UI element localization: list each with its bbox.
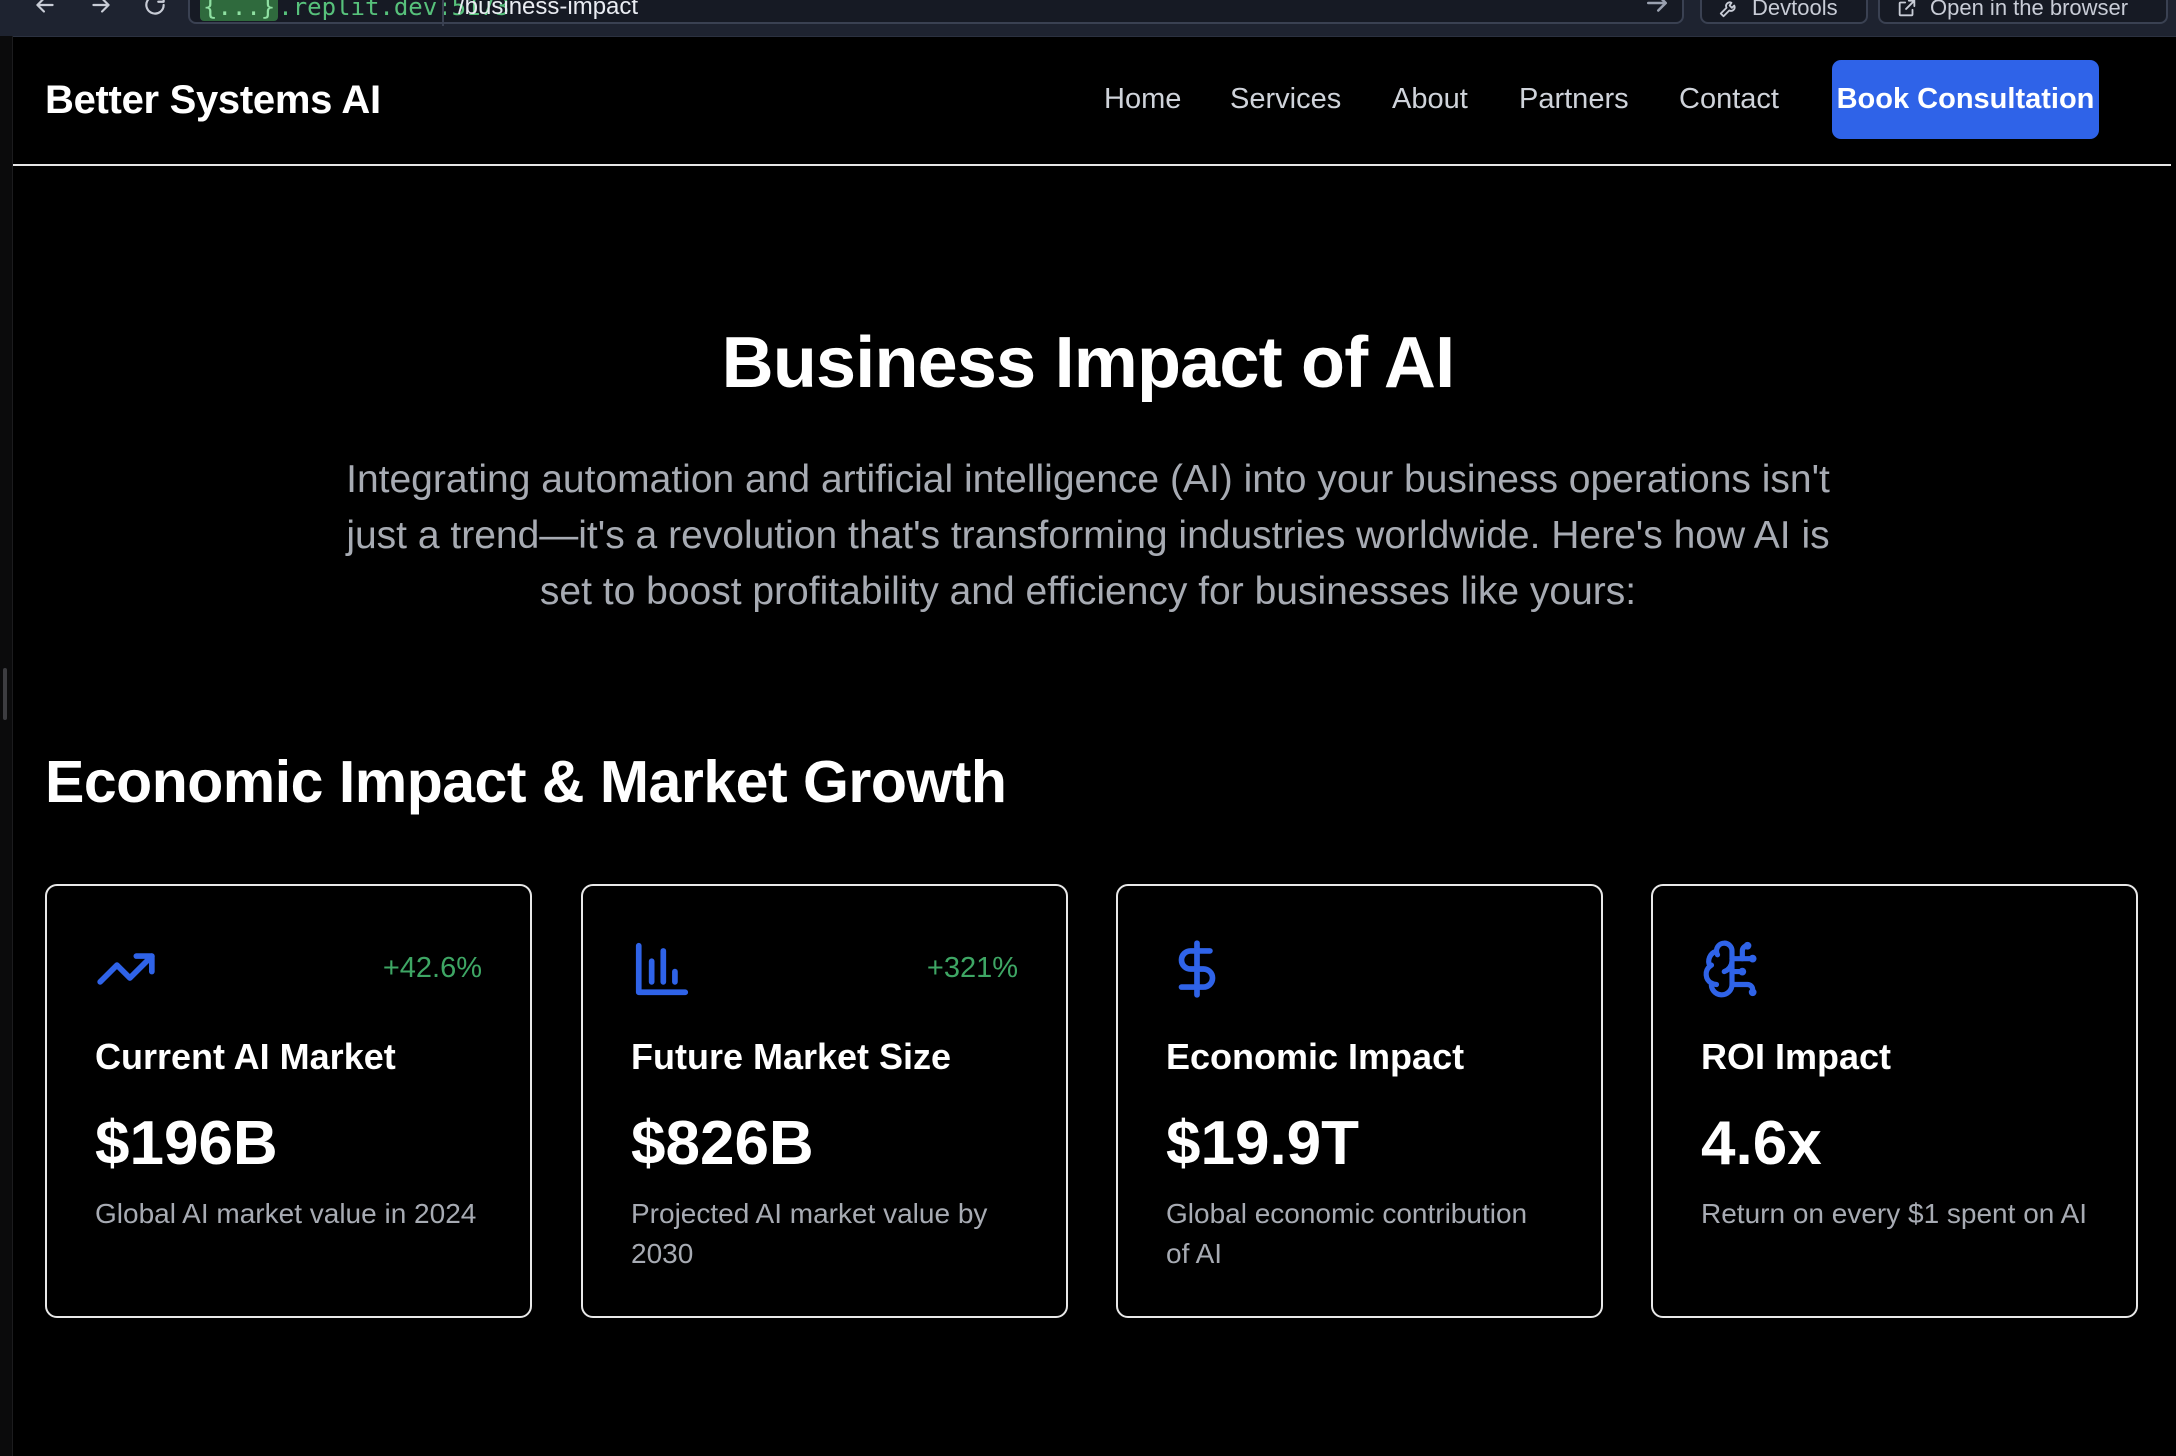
stat-card-future-market: +321% Future Market Size $826B Projected… xyxy=(581,884,1068,1318)
card-title: Current AI Market xyxy=(95,1036,396,1077)
card-description: Projected AI market value by 2030 xyxy=(631,1198,988,1269)
card-value: $826B xyxy=(631,1109,814,1178)
bar-chart-icon xyxy=(631,938,693,1000)
nav-link-services[interactable]: Services xyxy=(1230,83,1341,116)
card-title: Economic Impact xyxy=(1166,1036,1465,1077)
hero-intro-text: Integrating automation and artificial in… xyxy=(346,458,1830,613)
growth-badge: +42.6% xyxy=(382,952,482,984)
card-value: 4.6x xyxy=(1701,1109,1822,1178)
nav-link-contact[interactable]: Contact xyxy=(1679,83,1779,116)
browser-toolbar: {...} .replit.dev:5173 /business-impact D… xyxy=(0,0,2176,37)
resize-handle[interactable] xyxy=(3,668,7,720)
trending-up-icon xyxy=(95,938,157,1000)
url-host-token: {...} xyxy=(200,0,279,21)
url-separator xyxy=(442,0,444,26)
stat-card-roi-impact: ROI Impact 4.6x Return on every $1 spent… xyxy=(1651,884,2138,1318)
card-description: Global AI market value in 2024 xyxy=(95,1198,477,1229)
dollar-sign-icon xyxy=(1166,938,1228,1000)
card-description: Global economic contribution of AI xyxy=(1166,1198,1528,1269)
open-in-browser-button[interactable]: Open in the browser xyxy=(1878,0,2168,24)
forward-arrow-icon[interactable] xyxy=(84,0,118,22)
devtools-button[interactable]: Devtools xyxy=(1700,0,1868,24)
go-arrow-icon[interactable] xyxy=(1642,0,1672,18)
reload-icon[interactable] xyxy=(138,0,172,22)
back-arrow-icon[interactable] xyxy=(28,0,62,22)
card-value: $19.9T xyxy=(1166,1109,1360,1178)
stat-card-current-market: +42.6% Current AI Market $196B Global AI… xyxy=(45,884,532,1318)
devtools-label: Devtools xyxy=(1752,0,1838,20)
external-link-icon xyxy=(1898,0,1916,17)
card-title: ROI Impact xyxy=(1701,1036,1892,1077)
window-edge xyxy=(0,36,13,1456)
page-frame: {...} .replit.dev:5173 /business-impact D… xyxy=(0,0,2176,1456)
card-value: $196B xyxy=(95,1109,278,1178)
wrench-icon xyxy=(1719,1,1736,18)
nav-link-about[interactable]: About xyxy=(1392,83,1468,116)
url-path[interactable]: /business-impact xyxy=(458,0,638,22)
address-bar[interactable]: {...} .replit.dev:5173 /business-impact xyxy=(188,0,1684,26)
book-consultation-button[interactable]: Book Consultation xyxy=(1832,60,2099,139)
site-header: Better Systems AI Home Services About Pa… xyxy=(13,37,2171,166)
open-in-browser-label: Open in the browser xyxy=(1930,0,2129,20)
stat-card-economic-impact: Economic Impact $19.9T Global economic c… xyxy=(1116,884,1603,1318)
nav-link-partners[interactable]: Partners xyxy=(1519,83,1629,116)
brand-logo-text[interactable]: Better Systems AI xyxy=(45,78,381,123)
nav-link-home[interactable]: Home xyxy=(1104,83,1181,116)
page-title: Business Impact of AI xyxy=(721,323,1456,403)
card-description: Return on every $1 spent on AI xyxy=(1701,1198,2088,1229)
card-title: Future Market Size xyxy=(631,1036,952,1077)
brain-circuit-icon xyxy=(1701,938,1763,1000)
growth-badge: +321% xyxy=(926,952,1018,984)
section-title: Economic Impact & Market Growth xyxy=(45,749,1007,815)
